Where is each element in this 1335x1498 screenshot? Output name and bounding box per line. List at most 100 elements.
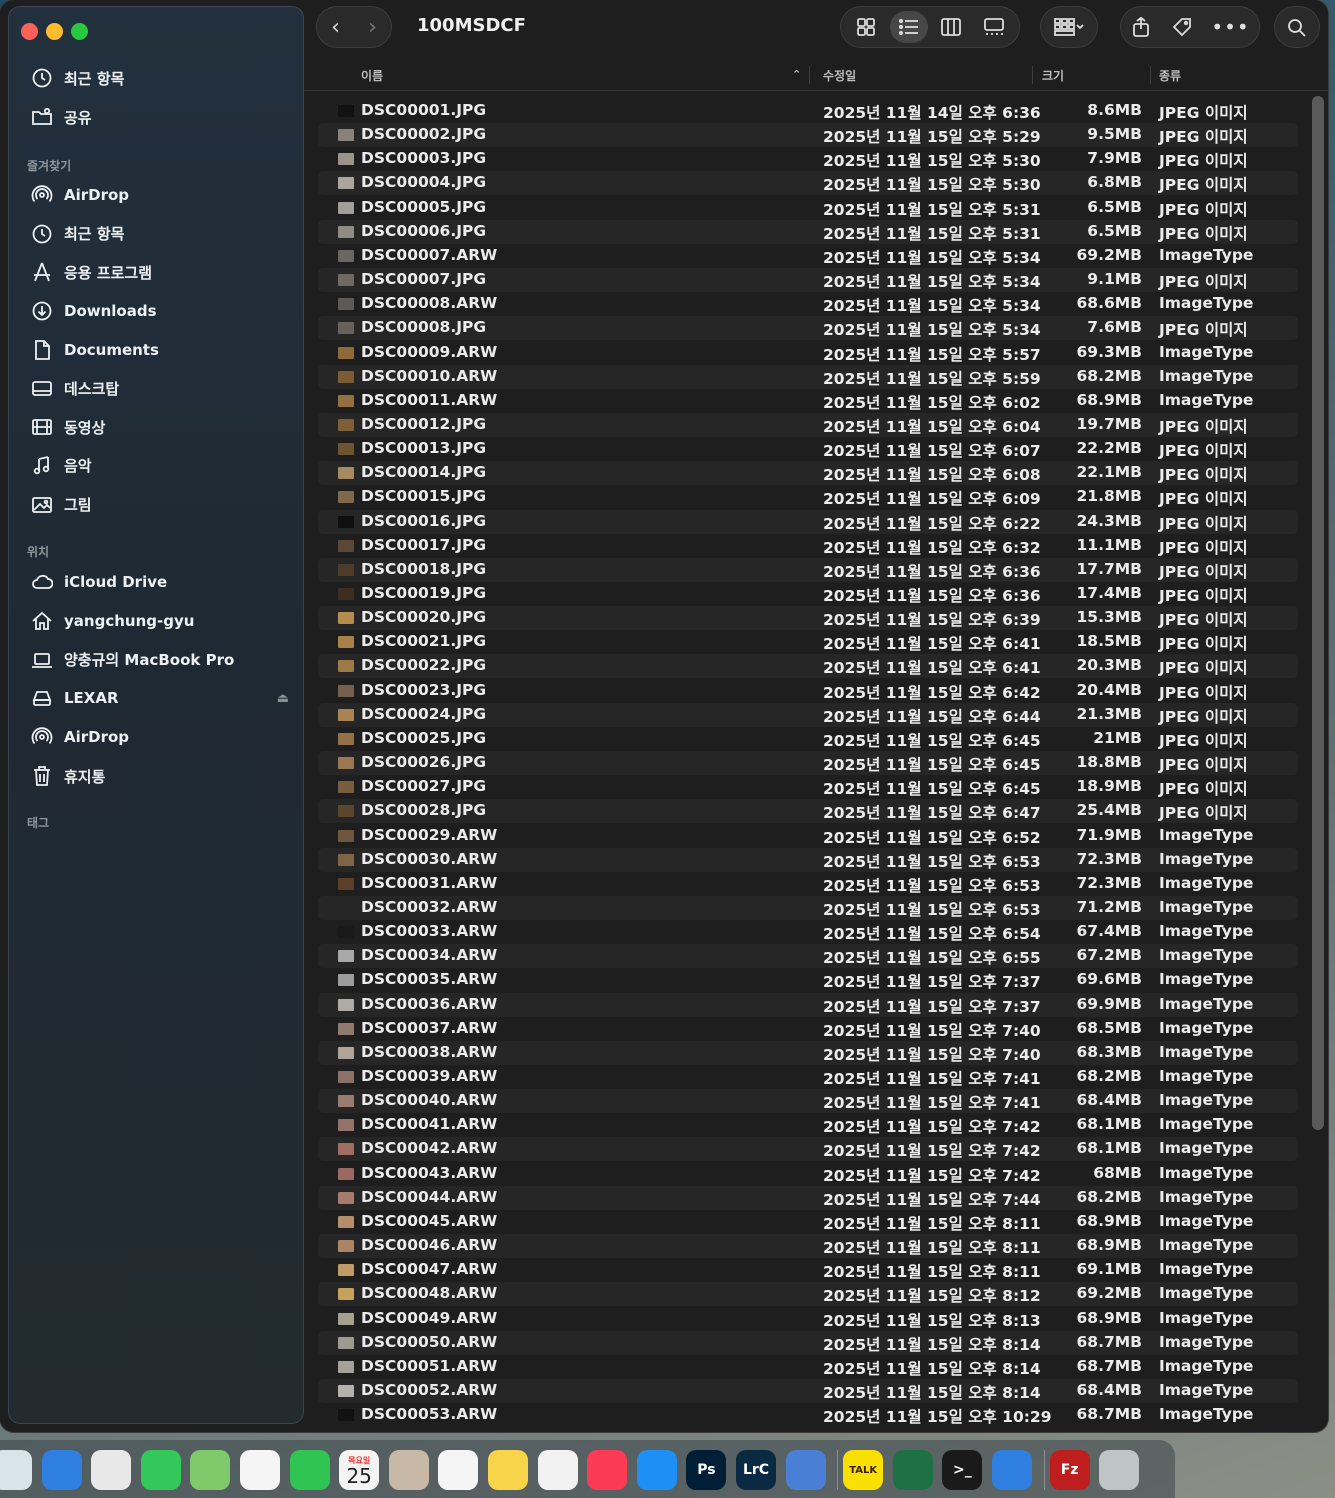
table-row[interactable]: DSC00045.ARW 2025년 11월 15일 오후 8:11 68.9MB I…	[318, 1210, 1298, 1234]
column-size-header[interactable]: 크기	[1042, 67, 1064, 84]
freeform-icon[interactable]	[537, 1450, 578, 1490]
table-row[interactable]: DSC00017.JPG 2025년 11월 15일 오후 6:32 11.1MB J…	[318, 534, 1298, 558]
lightroom-classic-icon[interactable]: LrC	[736, 1450, 776, 1490]
safari-2-icon[interactable]	[992, 1450, 1032, 1490]
table-row[interactable]: DSC00047.ARW 2025년 11월 15일 오후 8:11 69.1MB I…	[318, 1258, 1298, 1282]
safari-icon[interactable]	[41, 1450, 82, 1490]
table-row[interactable]: DSC00039.ARW 2025년 11월 15일 오후 7:41 68.2MB I…	[318, 1065, 1298, 1089]
column-kind-header[interactable]: 종류	[1159, 67, 1181, 84]
sidebar-item-airdrop[interactable]: AirDrop	[29, 722, 289, 752]
table-row[interactable]: DSC00018.JPG 2025년 11월 15일 오후 6:36 17.7MB J…	[318, 557, 1298, 582]
table-row[interactable]: DSC00043.ARW 2025년 11월 15일 오후 7:42 68MB Ima…	[318, 1162, 1298, 1186]
sidebar-item-최근-항목[interactable]: 최근 항목	[29, 219, 289, 249]
table-row[interactable]: DSC00051.ARW 2025년 11월 15일 오후 8:14 68.7MB I…	[318, 1355, 1298, 1379]
table-row[interactable]: DSC00023.JPG 2025년 11월 15일 오후 6:42 20.4MB J…	[318, 679, 1298, 703]
minimize-button[interactable]	[46, 23, 63, 40]
table-row[interactable]: DSC00030.ARW 2025년 11월 15일 오후 6:53 72.3MB I…	[318, 847, 1298, 872]
photoshop-icon[interactable]: Ps	[686, 1450, 727, 1490]
reminders-icon[interactable]	[438, 1450, 479, 1490]
table-row[interactable]: DSC00042.ARW 2025년 11월 15일 오후 7:42 68.1MB I…	[318, 1137, 1298, 1162]
table-row[interactable]: DSC00046.ARW 2025년 11월 15일 오후 8:11 68.9MB I…	[318, 1234, 1298, 1259]
table-row[interactable]: DSC00020.JPG 2025년 11월 15일 오후 6:39 15.3MB J…	[318, 606, 1298, 631]
table-row[interactable]: DSC00006.JPG 2025년 11월 15일 오후 5:31 6.5MB JP…	[318, 219, 1298, 244]
forward-button[interactable]: ›	[368, 15, 377, 40]
table-row[interactable]: DSC00053.ARW 2025년 11월 15일 오후 10:29 68.7MB…	[318, 1403, 1298, 1427]
app-store-icon[interactable]	[636, 1450, 677, 1490]
table-row[interactable]: DSC00035.ARW 2025년 11월 15일 오후 7:37 69.6MB I…	[318, 968, 1298, 992]
sidebar-item-airdrop[interactable]: AirDrop	[29, 180, 289, 210]
more-button[interactable]: •••	[1211, 15, 1249, 39]
table-row[interactable]: DSC00036.ARW 2025년 11월 15일 오후 7:37 69.9MB I…	[318, 992, 1298, 1017]
table-row[interactable]: DSC00001.JPG 2025년 11월 14일 오후 6:36 8.6MB JP…	[318, 99, 1298, 123]
table-row[interactable]: DSC00049.ARW 2025년 11월 15일 오후 8:13 68.9MB I…	[318, 1307, 1298, 1331]
maps-icon[interactable]	[190, 1450, 231, 1490]
sidebar-item-음악[interactable]: 음악	[29, 451, 289, 481]
table-row[interactable]: DSC00022.JPG 2025년 11월 15일 오후 6:41 20.3MB J…	[318, 654, 1298, 679]
contacts-icon[interactable]	[388, 1450, 429, 1490]
table-row[interactable]: DSC00002.JPG 2025년 11월 15일 오후 5:29 9.5MB JP…	[318, 123, 1298, 148]
icon-view-button[interactable]	[847, 11, 885, 43]
table-row[interactable]: DSC00007.JPG 2025년 11월 15일 오후 5:34 9.1MB JP…	[318, 268, 1298, 293]
calendar-icon[interactable]: 목요일 25	[339, 1450, 380, 1490]
table-row[interactable]: DSC00012.JPG 2025년 11월 15일 오후 6:04 19.7MB J…	[318, 412, 1298, 437]
table-row[interactable]: DSC00007.ARW 2025년 11월 15일 오후 5:34 69.2MB I…	[318, 244, 1298, 268]
column-divider[interactable]	[1150, 66, 1151, 84]
sidebar-item-공유[interactable]: 공유	[29, 102, 289, 132]
table-row[interactable]: DSC00010.ARW 2025년 11월 15일 오후 5:59 68.2MB I…	[318, 364, 1298, 389]
sidebar-item-휴지통[interactable]: 휴지통	[29, 761, 289, 791]
table-row[interactable]: DSC00040.ARW 2025년 11월 15일 오후 7:41 68.4MB I…	[318, 1089, 1298, 1114]
gallery-view-button[interactable]	[975, 11, 1013, 43]
photos-icon[interactable]	[240, 1450, 280, 1490]
table-row[interactable]: DSC00021.JPG 2025년 11월 15일 오후 6:41 18.5MB J…	[318, 630, 1298, 654]
table-row[interactable]: DSC00025.JPG 2025년 11월 15일 오후 6:45 21MB JPE…	[318, 727, 1298, 751]
table-row[interactable]: DSC00033.ARW 2025년 11월 15일 오후 6:54 67.4MB I…	[318, 920, 1298, 944]
back-button[interactable]: ‹	[331, 15, 340, 40]
column-date-header[interactable]: 수정일	[823, 67, 856, 84]
table-row[interactable]: DSC00050.ARW 2025년 11월 15일 오후 8:14 68.7MB I…	[318, 1330, 1298, 1355]
table-row[interactable]: DSC00019.JPG 2025년 11월 15일 오후 6:36 17.4MB J…	[318, 582, 1298, 606]
table-row[interactable]: DSC00029.ARW 2025년 11월 15일 오후 6:52 71.9MB I…	[318, 824, 1298, 848]
eject-icon[interactable]: ⏏	[277, 691, 289, 706]
table-row[interactable]: DSC00016.JPG 2025년 11월 15일 오후 6:22 24.3MB J…	[318, 509, 1298, 534]
group-by-button[interactable]	[1040, 6, 1098, 48]
messages-icon[interactable]	[140, 1450, 181, 1490]
table-row[interactable]: DSC00015.JPG 2025년 11월 15일 오후 6:09 21.8MB J…	[318, 485, 1298, 509]
table-row[interactable]: DSC00038.ARW 2025년 11월 15일 오후 7:40 68.3MB I…	[318, 1040, 1298, 1065]
notes-icon[interactable]	[488, 1450, 528, 1490]
facetime-icon[interactable]	[289, 1450, 330, 1490]
table-row[interactable]: DSC00005.JPG 2025년 11월 15일 오후 5:31 6.5MB JP…	[318, 196, 1298, 220]
sidebar-item-데스크탑[interactable]: 데스크탑	[29, 374, 289, 404]
launchpad-icon[interactable]	[0, 1450, 32, 1490]
table-row[interactable]: DSC00031.ARW 2025년 11월 15일 오후 6:53 72.3MB I…	[318, 872, 1298, 896]
filezilla-icon[interactable]: Fz	[1049, 1450, 1090, 1490]
sidebar-item-downloads[interactable]: Downloads	[29, 296, 289, 326]
table-row[interactable]: DSC00032.ARW 2025년 11월 15일 오후 6:53 71.2MB I…	[318, 895, 1298, 920]
sidebar-item-응용-프로그램[interactable]: 응용 프로그램	[29, 257, 289, 287]
table-row[interactable]: DSC00041.ARW 2025년 11월 15일 오후 7:42 68.1MB I…	[318, 1113, 1298, 1137]
table-row[interactable]: DSC00008.ARW 2025년 11월 15일 오후 5:34 68.6MB I…	[318, 292, 1298, 316]
table-row[interactable]: DSC00011.ARW 2025년 11월 15일 오후 6:02 68.9MB I…	[318, 389, 1298, 413]
sidebar-item-documents[interactable]: Documents	[29, 335, 289, 365]
sidebar-item-icloud-drive[interactable]: iCloud Drive	[29, 567, 289, 597]
table-row[interactable]: DSC00037.ARW 2025년 11월 15일 오후 7:40 68.5MB I…	[318, 1017, 1298, 1041]
tag-icon[interactable]	[1171, 17, 1193, 37]
trash-dock-icon[interactable]	[1099, 1450, 1140, 1490]
close-button[interactable]	[21, 23, 38, 40]
table-row[interactable]: DSC00026.JPG 2025년 11월 15일 오후 6:45 18.8MB J…	[318, 751, 1298, 776]
table-row[interactable]: DSC00013.JPG 2025년 11월 15일 오후 6:07 22.2MB J…	[318, 437, 1298, 461]
sidebar-item-양충규의-macbook-pro[interactable]: 양충규의 MacBook Pro	[29, 645, 289, 675]
sidebar-item-최근-항목[interactable]: 최근 항목	[29, 63, 289, 93]
sidebar-item-동영상[interactable]: 동영상	[29, 412, 289, 442]
share-icon[interactable]	[1130, 17, 1152, 37]
table-row[interactable]: DSC00008.JPG 2025년 11월 15일 오후 5:34 7.6MB JP…	[318, 316, 1298, 341]
music-app-icon[interactable]	[587, 1450, 628, 1490]
table-row[interactable]: DSC00024.JPG 2025년 11월 15일 오후 6:44 21.3MB J…	[318, 702, 1298, 727]
excel-icon[interactable]	[892, 1450, 933, 1490]
table-row[interactable]: DSC00009.ARW 2025년 11월 15일 오후 5:57 69.3MB I…	[318, 341, 1298, 365]
table-row[interactable]: DSC00004.JPG 2025년 11월 15일 오후 5:30 6.8MB JP…	[318, 171, 1298, 196]
terminal-icon[interactable]: >_	[942, 1450, 983, 1490]
sidebar-item-그림[interactable]: 그림	[29, 490, 289, 520]
sidebar-item-lexar[interactable]: LEXAR ⏏	[29, 683, 289, 713]
simulator-icon[interactable]	[785, 1450, 826, 1490]
table-row[interactable]: DSC00003.JPG 2025년 11월 15일 오후 5:30 7.9MB JP…	[318, 147, 1298, 171]
